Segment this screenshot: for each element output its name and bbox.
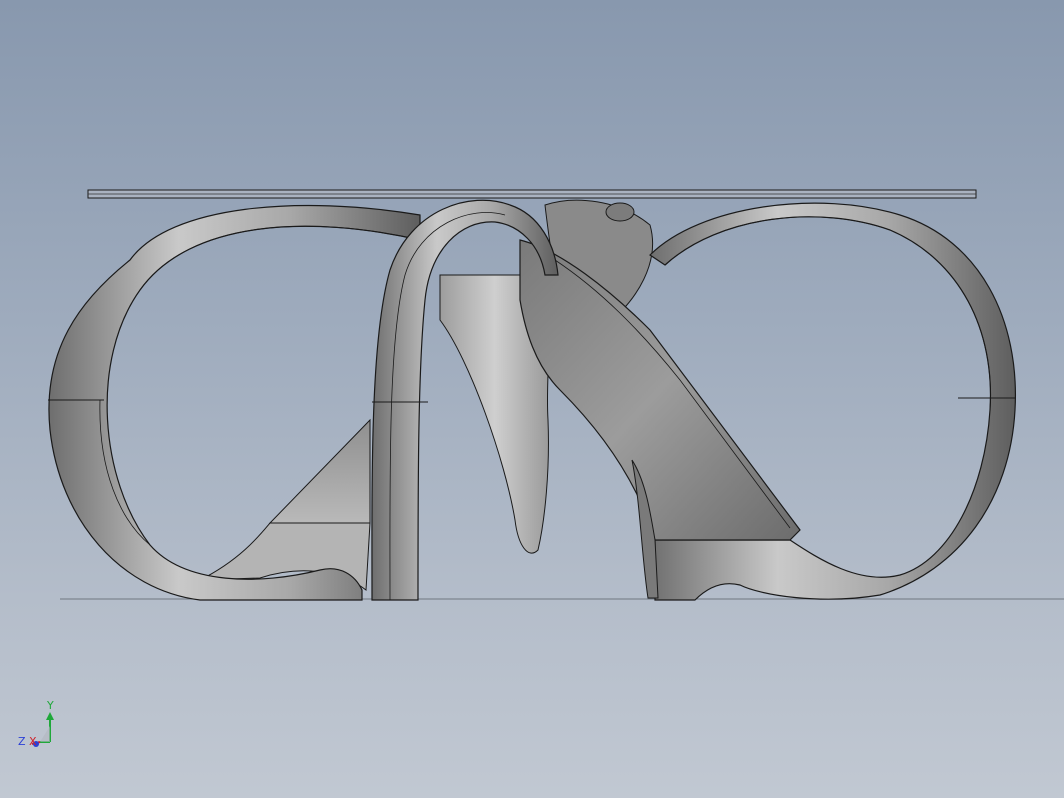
web-surface-left[interactable] [268,418,371,524]
x-axis-label: X [29,735,37,748]
axis-triad: Y Z X [18,699,54,748]
y-axis-label: Y [46,699,54,712]
glass-top[interactable] [87,189,977,199]
y-arrow-icon [46,712,54,720]
z-axis-label: Z [18,735,26,748]
triad-plane-icon [40,726,50,742]
diagonal-band[interactable] [519,239,801,541]
hole-detail [605,202,635,222]
model-view[interactable] [0,0,1064,798]
graphics-viewport[interactable]: Y Z X [0,0,1064,798]
